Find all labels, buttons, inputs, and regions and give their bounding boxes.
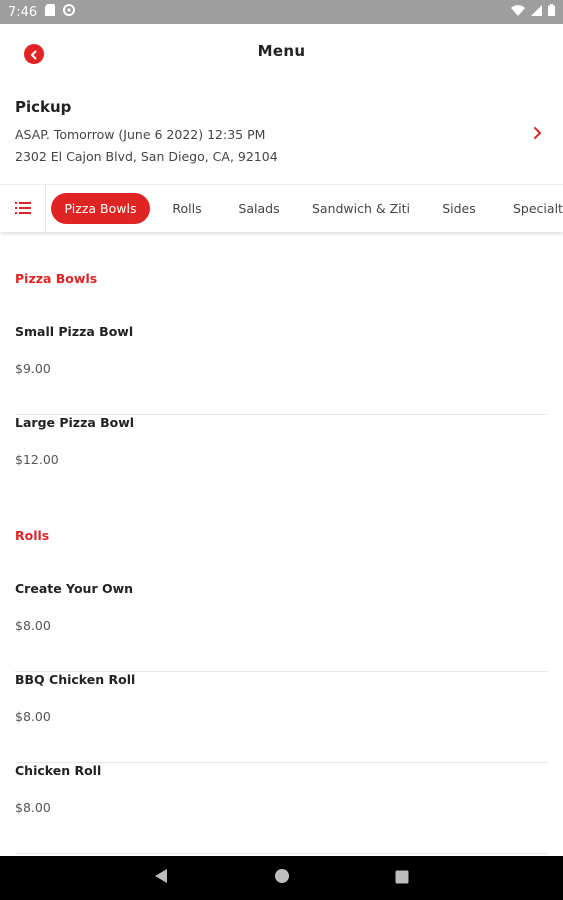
nav-back-button[interactable] (151, 868, 171, 888)
tab-sandwich-ziti[interactable]: Sandwich & Ziti (309, 193, 413, 224)
section-title-rolls: Rolls (15, 528, 50, 543)
pickup-time: ASAP. Tomorrow (June 6 2022) 12:35 PM (15, 127, 266, 142)
menu-item[interactable]: Chicken Roll $8.00 (15, 763, 548, 854)
menu-item-price: $8.00 (15, 800, 51, 815)
section-title-pizza-bowls: Pizza Bowls (15, 271, 98, 286)
app-header: Menu (0, 24, 563, 80)
data-saver-icon (63, 4, 76, 20)
status-bar: 7:46 (0, 0, 563, 24)
tab-rolls[interactable]: Rolls (168, 193, 206, 224)
wifi-icon (511, 4, 525, 20)
category-tabs: Pizza Bowls Rolls Salads Sandwich & Ziti… (0, 184, 563, 232)
divider (15, 853, 548, 854)
battery-icon (548, 4, 555, 20)
tab-sides[interactable]: Sides (437, 193, 481, 224)
menu-item-price: $8.00 (15, 709, 51, 724)
system-nav-bar (0, 856, 563, 900)
page-title: Menu (257, 42, 306, 60)
menu-item-name: BBQ Chicken Roll (15, 672, 136, 687)
tab-salads[interactable]: Salads (233, 193, 285, 224)
menu-item[interactable]: Large Pizza Bowl $12.00 (15, 415, 548, 506)
nav-home-button[interactable] (272, 868, 292, 888)
tab-specialty[interactable]: Specialty (506, 193, 563, 224)
menu-item[interactable]: Small Pizza Bowl $9.00 (15, 324, 548, 415)
status-left: 7:46 (8, 4, 76, 20)
status-right (511, 4, 555, 20)
menu-item-name: Create Your Own (15, 581, 134, 596)
menu-item[interactable]: Create Your Own $8.00 (15, 581, 548, 672)
pickup-title: Pickup (15, 98, 72, 116)
tab-pizza-bowls[interactable]: Pizza Bowls (51, 193, 150, 224)
sd-card-icon (45, 4, 56, 20)
pickup-address: 2302 El Cajon Blvd, San Diego, CA, 92104 (15, 149, 278, 164)
menu-item-price: $9.00 (15, 361, 51, 376)
signal-icon (531, 4, 542, 20)
home-circle-icon (274, 868, 290, 888)
list-icon (14, 199, 31, 218)
menu-item-name: Large Pizza Bowl (15, 415, 135, 430)
menu-item[interactable]: BBQ Chicken Roll $8.00 (15, 672, 548, 763)
category-list-button[interactable] (0, 185, 46, 232)
menu-item-price: $12.00 (15, 452, 59, 467)
recents-square-icon (395, 869, 409, 888)
status-time: 7:46 (8, 4, 38, 20)
nav-recents-button[interactable] (392, 868, 412, 888)
menu-item-price: $8.00 (15, 618, 51, 633)
chevron-right-icon[interactable] (528, 124, 546, 142)
menu-item-name: Small Pizza Bowl (15, 324, 134, 339)
menu-item-name: Chicken Roll (15, 763, 102, 778)
back-triangle-icon (154, 868, 168, 888)
pickup-info[interactable]: Pickup ASAP. Tomorrow (June 6 2022) 12:3… (0, 90, 563, 182)
